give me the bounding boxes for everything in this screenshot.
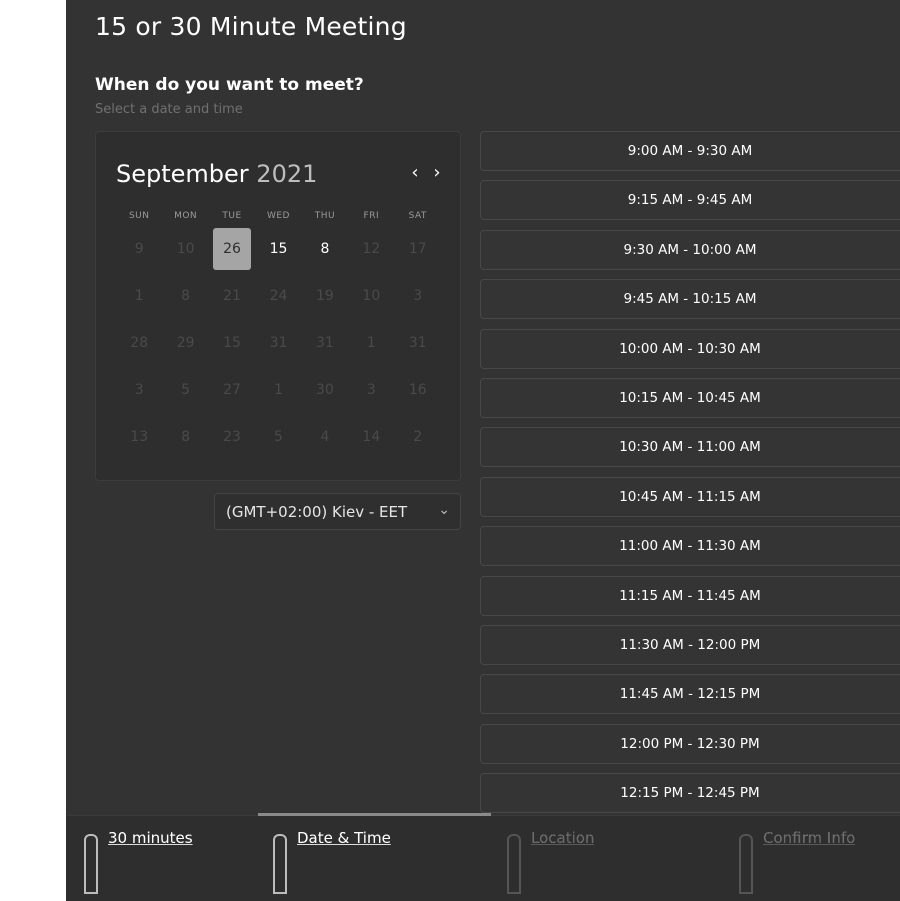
- unavailable-date: 3: [413, 287, 423, 304]
- time-slot-button[interactable]: 10:00 AM - 10:30 AM: [480, 328, 900, 369]
- step-duration[interactable]: 30 minutes: [84, 830, 193, 900]
- calendar-month-label: September 2021: [116, 160, 317, 188]
- unavailable-date: 12: [362, 240, 381, 257]
- step-label: 30 minutes: [108, 830, 193, 900]
- day-number: 26: [213, 227, 252, 270]
- weekday-label: SUN: [128, 211, 150, 221]
- unavailable-date: 17: [408, 240, 427, 257]
- unavailable-date: 23: [223, 428, 241, 445]
- step-label: Location: [531, 830, 594, 900]
- weekday-label: FRI: [363, 211, 380, 221]
- step-date-time[interactable]: Date & Time: [273, 830, 391, 900]
- section-heading: When do you want to meet?: [95, 75, 364, 95]
- time-slot-button[interactable]: 9:30 AM - 10:00 AM: [480, 229, 900, 270]
- calendar-week: 28 29 15 31 31 1 31: [116, 319, 441, 366]
- progress-steps: 30 minutes Date & Time Location Confirm …: [66, 813, 900, 901]
- unavailable-date: 10: [362, 287, 381, 304]
- chevron-down-icon: ⌄: [438, 502, 450, 518]
- unavailable-date: 8: [181, 428, 191, 445]
- previous-month-button[interactable]: ‹: [408, 162, 422, 183]
- timezone-value: (GMT+02:00) Kiev - EET: [226, 503, 408, 521]
- unavailable-date: 9: [134, 240, 144, 257]
- unavailable-date: 5: [274, 428, 283, 445]
- unavailable-date: 21: [223, 287, 241, 304]
- unavailable-date: 24: [269, 287, 288, 304]
- unavailable-date: 3: [366, 381, 376, 398]
- time-slot-button[interactable]: 11:00 AM - 11:30 AM: [480, 526, 900, 567]
- timezone-select[interactable]: (GMT+02:00) Kiev - EET ⌄: [214, 493, 461, 530]
- weekday-label: WED: [266, 211, 290, 221]
- time-slot-button[interactable]: 9:15 AM - 9:45 AM: [480, 180, 900, 221]
- unavailable-date: 1: [274, 381, 283, 398]
- weekday-label: SAT: [408, 211, 427, 221]
- step-location[interactable]: Location: [507, 830, 594, 900]
- available-date[interactable]: 15: [255, 229, 301, 269]
- calendar-month: September: [116, 160, 249, 188]
- time-slot-button[interactable]: 11:30 AM - 12:00 PM: [480, 624, 900, 665]
- step-label: Confirm Info: [763, 830, 855, 900]
- time-slot-button[interactable]: 11:15 AM - 11:45 AM: [480, 575, 900, 616]
- unavailable-date: 1: [134, 287, 144, 304]
- calendar-year: 2021: [256, 160, 318, 188]
- unavailable-date: 8: [181, 287, 191, 304]
- location-icon: [507, 834, 521, 894]
- selected-date[interactable]: 26: [209, 227, 255, 270]
- unavailable-date: 28: [130, 334, 149, 351]
- unavailable-date: 5: [181, 381, 191, 398]
- step-label: Date & Time: [297, 830, 391, 900]
- unavailable-date: 4: [320, 428, 330, 445]
- unavailable-date: 19: [315, 287, 334, 304]
- time-slot-button[interactable]: 10:45 AM - 11:15 AM: [480, 476, 900, 517]
- time-slot-list: 9:00 AM - 9:30 AM 9:15 AM - 9:45 AM 9:30 A…: [480, 131, 900, 822]
- unavailable-date: 16: [408, 381, 427, 398]
- time-slot-button[interactable]: 9:45 AM - 10:15 AM: [480, 279, 900, 320]
- time-slot-button[interactable]: 12:00 PM - 12:30 PM: [480, 723, 900, 764]
- unavailable-date: 14: [362, 428, 381, 445]
- active-step-indicator: [258, 813, 491, 816]
- available-date[interactable]: 8: [302, 229, 348, 269]
- clock-icon: [84, 834, 98, 894]
- unavailable-date: 1: [366, 334, 376, 351]
- page-title: 15 or 30 Minute Meeting: [95, 12, 407, 41]
- weekday-header: SUN MON TUE WED THU FRI SAT: [116, 211, 441, 221]
- time-slot-button[interactable]: 11:45 AM - 12:15 PM: [480, 674, 900, 715]
- section-subtitle: Select a date and time: [95, 102, 243, 117]
- unavailable-date: 30: [315, 381, 334, 398]
- unavailable-date: 13: [130, 428, 149, 445]
- time-slot-button[interactable]: 10:15 AM - 10:45 AM: [480, 377, 900, 418]
- time-slot-button[interactable]: 9:00 AM - 9:30 AM: [480, 131, 900, 171]
- calendar-week: 1 8 21 24 19 10 3: [116, 272, 441, 319]
- calendar-week: 3 5 27 1 30 3 16: [116, 366, 441, 413]
- calendar: September 2021 ‹ › SUN MON TUE WED THU FRI SAT…: [95, 131, 461, 481]
- check-icon: [739, 834, 753, 894]
- time-slot-button[interactable]: 10:30 AM - 11:00 AM: [480, 427, 900, 468]
- calendar-week: 13 8 23 5 4 14 2: [116, 413, 441, 460]
- calendar-grid: 9 10 26 15 8 12 17 1 8 21 24 19 10 3 28 29 15 31 31 1 31 3 5 27…: [116, 225, 441, 460]
- step-confirm-info[interactable]: Confirm Info: [739, 830, 855, 900]
- unavailable-date: 3: [134, 381, 144, 398]
- next-month-button[interactable]: ›: [430, 162, 444, 183]
- unavailable-date: 15: [223, 334, 241, 351]
- unavailable-date: 31: [269, 334, 288, 351]
- scheduler-panel: 15 or 30 Minute Meeting When do you want…: [66, 0, 900, 901]
- calendar-week: 9 10 26 15 8 12 17: [116, 225, 441, 272]
- weekday-label: MON: [174, 211, 198, 221]
- unavailable-date: 2: [413, 428, 423, 445]
- time-slot-button[interactable]: 12:15 PM - 12:45 PM: [480, 773, 900, 814]
- unavailable-date: 31: [408, 334, 427, 351]
- unavailable-date: 27: [223, 381, 241, 398]
- calendar-icon: [273, 834, 287, 894]
- weekday-label: TUE: [222, 211, 242, 221]
- weekday-label: THU: [314, 211, 336, 221]
- unavailable-date: 10: [176, 240, 195, 257]
- unavailable-date: 29: [176, 334, 195, 351]
- unavailable-date: 31: [315, 334, 334, 351]
